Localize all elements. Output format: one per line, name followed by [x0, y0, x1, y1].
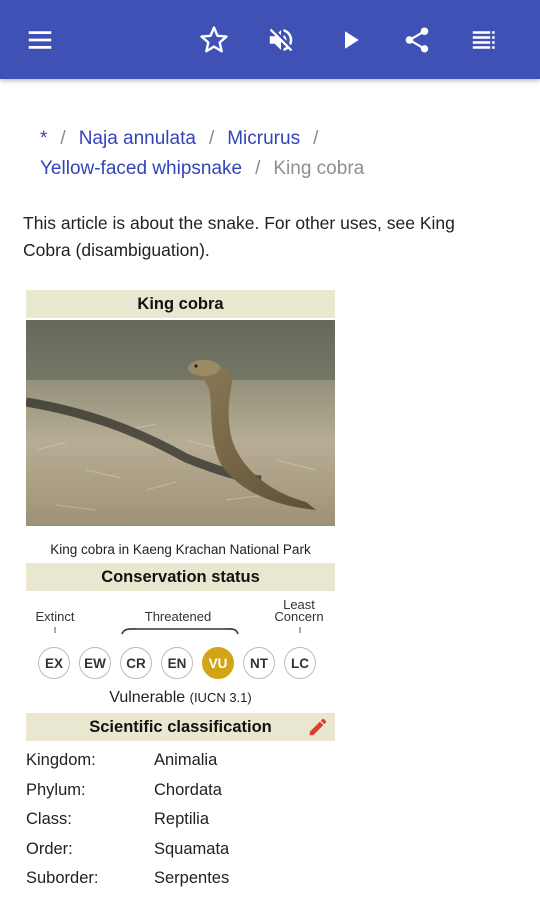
conservation-status-scale: Extinct Threatened Least Concern EX EW C…: [26, 591, 335, 713]
status-text: Vulnerable: [109, 689, 186, 706]
taxonomy-value[interactable]: Reptilia: [154, 805, 209, 835]
conservation-status-header: Conservation status: [26, 563, 335, 591]
taxonomy-row: Kingdom: Animalia: [26, 746, 346, 776]
taxonomy-rank: Kingdom:: [26, 751, 96, 769]
status-ew: EW: [79, 647, 111, 679]
status-nt: NT: [243, 647, 275, 679]
taxonomy-table: Kingdom: Animalia Phylum: Chordata Class: R…: [26, 746, 346, 894]
breadcrumb-link[interactable]: Naja annulata: [79, 128, 196, 149]
breadcrumb-separator: /: [255, 158, 261, 179]
breadcrumb-separator: /: [60, 128, 66, 149]
pencil-icon[interactable]: [307, 716, 329, 738]
status-description: Vulnerable (IUCN 3.1): [26, 689, 335, 707]
taxonomy-rank: Suborder:: [26, 869, 99, 887]
taxonomy-row: Order: Squamata: [26, 835, 346, 865]
scientific-classification-title: Scientific classification: [89, 718, 272, 736]
image-caption: King cobra in Kaeng Krachan National Par…: [50, 542, 311, 557]
app-toolbar: [0, 0, 540, 79]
infobox: King cobra King cobra in Kaeng Krachan N…: [26, 290, 335, 741]
taxonomy-rank: Order:: [26, 839, 73, 858]
breadcrumb: * / Naja annulata / Micrurus / Yellow-faced w…: [40, 124, 510, 184]
status-lc: LC: [284, 647, 316, 679]
menu-button[interactable]: [18, 18, 62, 62]
share-button[interactable]: [395, 18, 439, 62]
breadcrumb-line-2: Yellow-faced whipsnake / King cobra: [40, 154, 510, 184]
mute-button[interactable]: [259, 18, 303, 62]
taxonomy-value[interactable]: Animalia: [154, 746, 217, 776]
volume-off-icon: [269, 28, 293, 52]
taxonomy-row: Suborder: Serpentes: [26, 864, 346, 894]
taxonomy-value[interactable]: Chordata: [154, 776, 222, 806]
breadcrumb-current: King cobra: [273, 158, 365, 179]
taxonomy-row: Phylum: Chordata: [26, 776, 346, 806]
status-vu: VU: [202, 647, 234, 679]
status-cr: CR: [120, 647, 152, 679]
play-icon: [345, 31, 359, 49]
contents-icon: [472, 31, 495, 49]
play-button[interactable]: [328, 18, 372, 62]
share-icon: [405, 27, 429, 53]
infobox-title: King cobra: [26, 290, 335, 318]
status-ex: EX: [38, 647, 70, 679]
king-cobra-photo[interactable]: [26, 320, 335, 526]
hatnote: This article is about the snake. For oth…: [23, 213, 455, 260]
menu-icon: [28, 31, 52, 49]
scientific-classification-header: Scientific classification: [26, 713, 335, 741]
breadcrumb-link[interactable]: Yellow-faced whipsnake: [40, 158, 242, 179]
taxonomy-value[interactable]: Squamata: [154, 835, 229, 865]
breadcrumb-line-1: * / Naja annulata / Micrurus /: [40, 124, 510, 154]
status-en: EN: [161, 647, 193, 679]
favorite-button[interactable]: [192, 18, 236, 62]
star-icon: [200, 26, 228, 53]
taxonomy-rank: Class:: [26, 810, 72, 828]
taxonomy-value[interactable]: Serpentes: [154, 864, 229, 894]
status-source: (IUCN 3.1): [189, 690, 252, 705]
status-bracket: [54, 627, 301, 635]
taxonomy-row: Class: Reptilia: [26, 805, 346, 835]
breadcrumb-link[interactable]: Micrurus: [227, 128, 300, 149]
taxonomy-rank: Phylum:: [26, 780, 86, 799]
breadcrumb-separator: /: [208, 128, 215, 149]
breadcrumb-separator: /: [313, 128, 319, 149]
breadcrumb-link[interactable]: *: [40, 128, 47, 149]
contents-button[interactable]: [462, 18, 506, 62]
